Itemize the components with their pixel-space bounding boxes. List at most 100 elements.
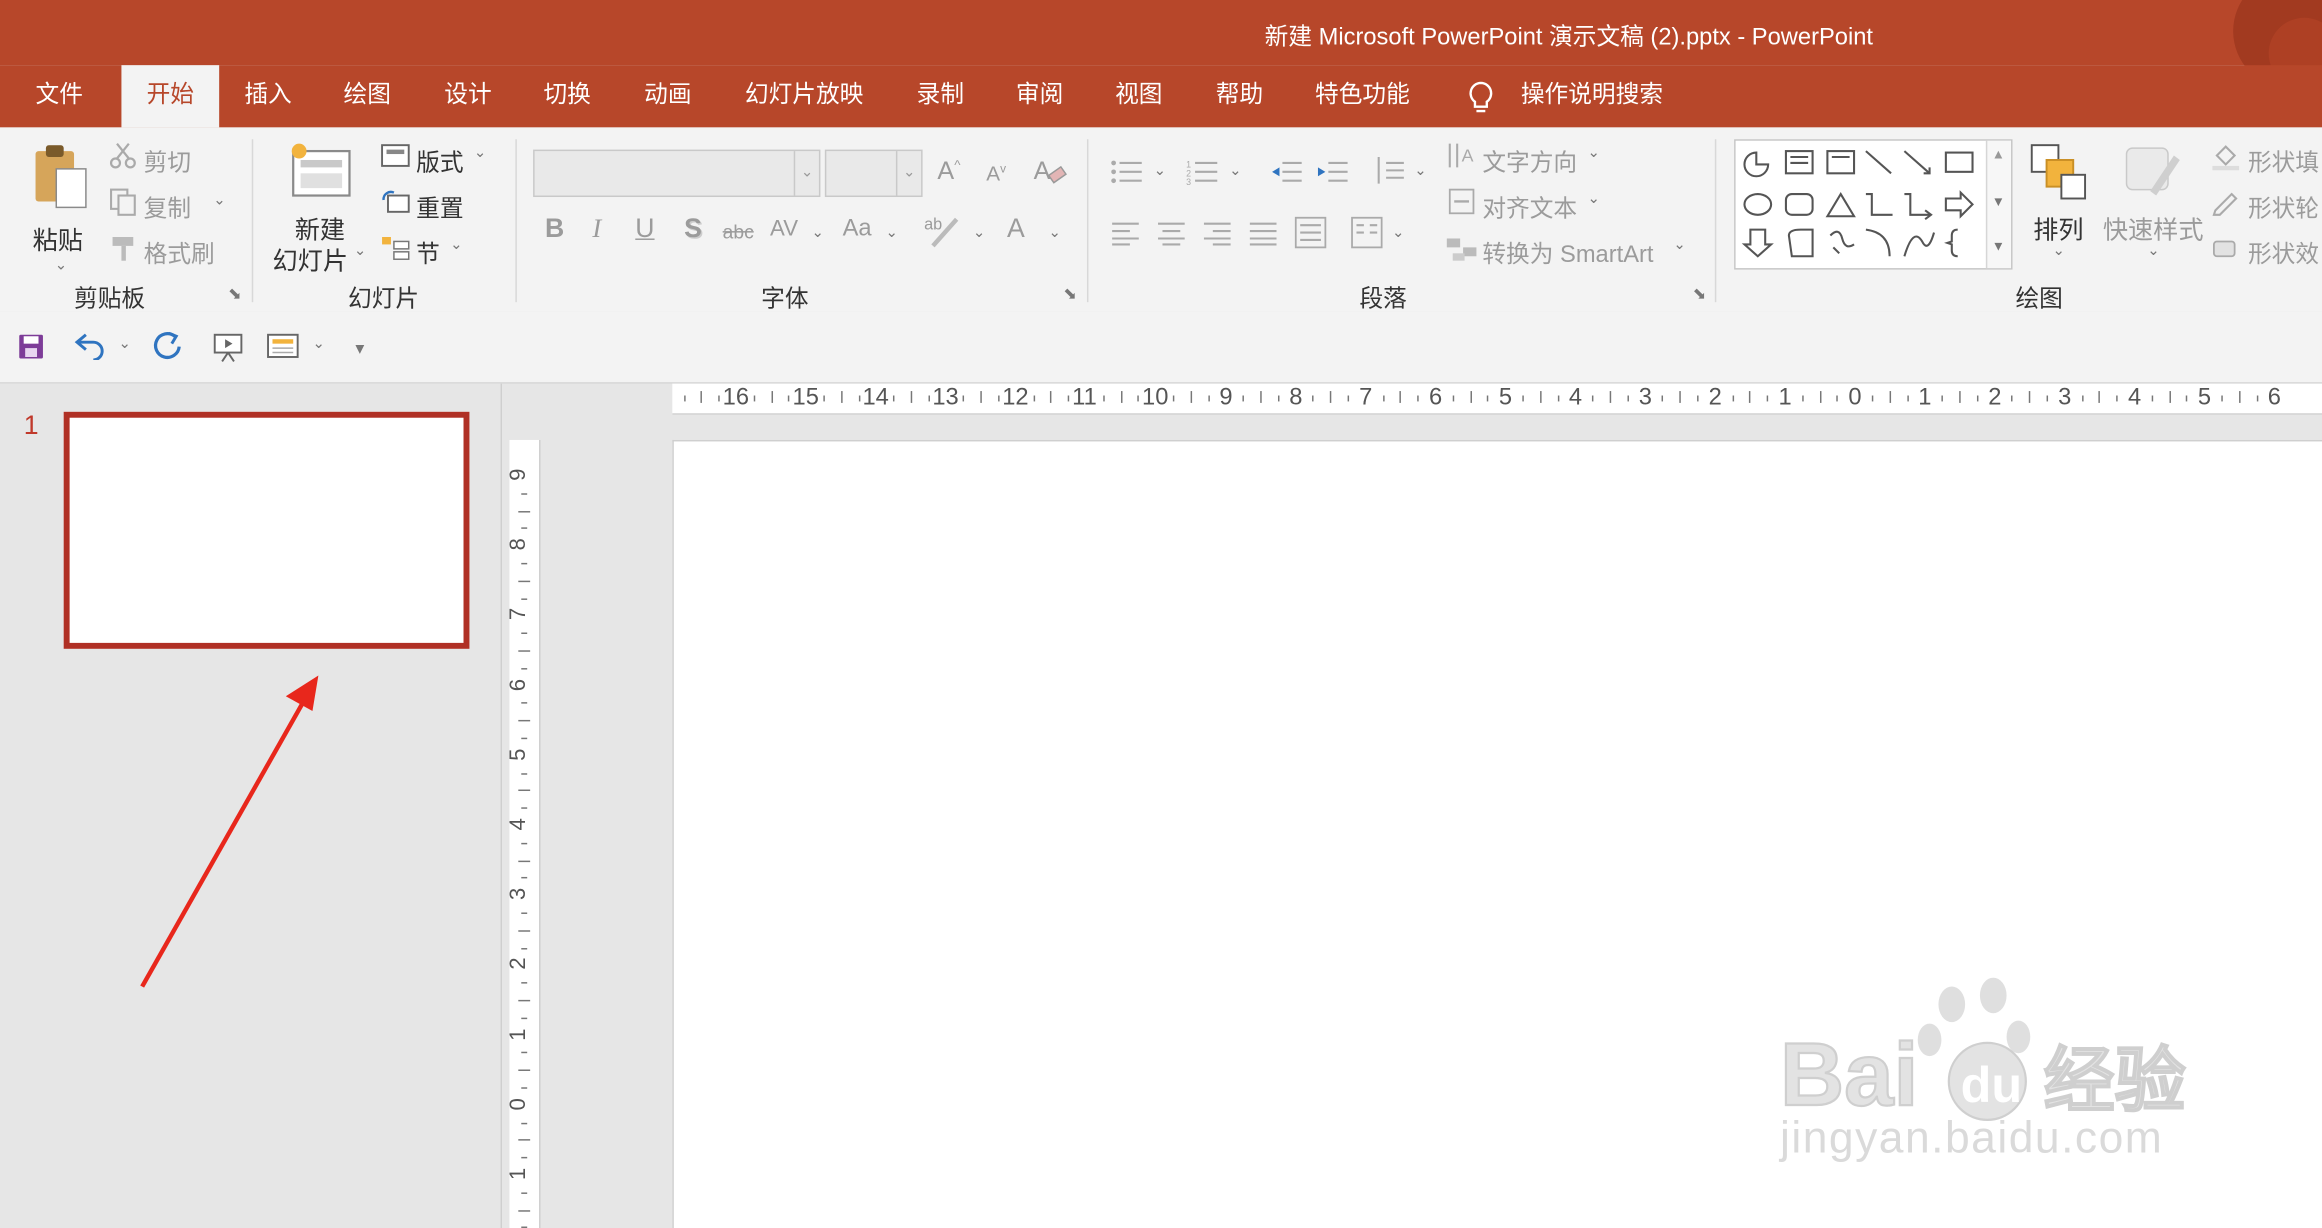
ruler-label: 15 — [792, 385, 819, 411]
bold-icon[interactable]: B — [545, 213, 564, 244]
line-spacing-icon[interactable] — [1373, 154, 1406, 187]
ruler-tick — [521, 877, 528, 879]
ruler-label: 1 — [505, 1027, 532, 1041]
columns-icon[interactable] — [1351, 216, 1384, 249]
tab-transitions[interactable]: 切换 — [543, 65, 590, 127]
align-right-icon[interactable] — [1202, 219, 1232, 246]
tab-slideshow[interactable]: 幻灯片放映 — [745, 65, 863, 127]
ruler-tick — [858, 395, 860, 402]
scroll-down-icon[interactable]: ▼ — [1992, 194, 2005, 209]
ruler-tick — [518, 510, 531, 512]
ruler-tick — [1207, 395, 1210, 402]
ruler-tick — [2151, 395, 2153, 402]
ruler-tick — [518, 860, 531, 862]
shapes-gallery-icons — [1741, 150, 1974, 258]
vertical-ruler: 9 8 7 6 5 4 3 2 1 0 1 — [505, 439, 541, 1228]
ruler-label: 2 — [1708, 385, 1722, 411]
ruler-tick — [2186, 395, 2188, 402]
change-case-icon[interactable]: Aa — [843, 216, 872, 243]
tell-me-label: 操作说明搜索 — [1520, 82, 1664, 109]
increase-indent-icon[interactable] — [1316, 158, 1349, 185]
shrink-font-icon[interactable]: Av — [986, 161, 1006, 185]
ruler-tick — [788, 395, 790, 402]
ruler-tick — [980, 391, 983, 403]
tab-review[interactable]: 审阅 — [1016, 65, 1063, 127]
chevron-down-icon: ⌄ — [1153, 162, 1167, 180]
ruler-tick — [1260, 391, 1262, 403]
ruler-tick — [2238, 391, 2241, 403]
tab-record[interactable]: 录制 — [917, 65, 964, 127]
italic-icon[interactable]: I — [592, 213, 601, 244]
ruler-tick — [1819, 391, 1821, 403]
ruler-tick — [1382, 395, 1385, 402]
ruler-tick — [770, 391, 773, 403]
scroll-up-icon[interactable]: ▲ — [1992, 147, 2005, 162]
ruler-tick — [518, 929, 531, 932]
ruler-tick — [893, 395, 895, 402]
ruler-tick — [1679, 391, 1682, 403]
ruler-tick — [521, 1157, 528, 1159]
distributed-icon[interactable] — [1294, 216, 1327, 249]
numbering-icon[interactable]: 1 2 3 — [1186, 158, 1219, 185]
ruler-tick — [910, 391, 913, 403]
grow-font-icon[interactable]: A^ — [937, 157, 960, 187]
tab-help[interactable]: 帮助 — [1216, 65, 1263, 127]
highlight-icon[interactable]: ab — [924, 213, 963, 249]
font-color-icon[interactable]: A — [1007, 213, 1025, 244]
dialog-launcher-icon[interactable]: ⬊ — [1693, 284, 1707, 304]
ruler-tick — [2116, 395, 2118, 402]
ruler-tick — [1067, 395, 1070, 402]
shapes-gallery[interactable]: ▲ ▼ ▼ — [1734, 139, 2013, 270]
ruler-tick — [1487, 395, 1489, 402]
svg-text:Bai: Bai — [1780, 1025, 1918, 1124]
font-name-combo[interactable]: ⌄ — [533, 149, 821, 198]
ruler-tick — [1190, 391, 1192, 403]
ruler-label: 6 — [1429, 385, 1443, 411]
pencil-icon — [2212, 192, 2238, 216]
svg-text:经验: 经验 — [2044, 1039, 2186, 1122]
bullets-icon[interactable] — [1111, 158, 1144, 185]
ruler-label: 9 — [505, 468, 532, 481]
align-left-icon[interactable] — [1111, 219, 1141, 246]
ruler-tick — [521, 702, 528, 705]
dialog-launcher-icon[interactable]: ⬊ — [1063, 284, 1077, 304]
align-center-icon[interactable] — [1157, 219, 1187, 246]
ruler-tick — [1766, 395, 1769, 402]
ruler-tick — [963, 395, 965, 402]
tab-view[interactable]: 视图 — [1115, 65, 1162, 127]
text-shadow-icon[interactable]: S — [684, 213, 702, 244]
shape-effects-icon — [2213, 240, 2236, 258]
ruler-tick — [1539, 391, 1542, 403]
gallery-more-icon[interactable]: ▼ — [1992, 238, 2005, 253]
ruler-tick — [521, 982, 528, 984]
ruler-tick — [1627, 395, 1629, 402]
ruler-tick — [1557, 395, 1559, 402]
ruler-tick — [521, 527, 528, 530]
ruler-label: 3 — [2058, 385, 2072, 411]
ruler-tick — [1330, 391, 1332, 403]
tab-animations[interactable]: 动画 — [644, 65, 691, 127]
character-spacing-icon[interactable]: AV — [770, 216, 798, 241]
ruler-tick — [521, 1017, 528, 1019]
svg-text:A: A — [1034, 157, 1051, 185]
ruler-tick — [2081, 395, 2083, 402]
clear-formatting-icon[interactable]: A — [1032, 154, 1068, 190]
smartart-label: 转换为 SmartArt — [1482, 242, 1654, 269]
tab-special-features[interactable]: 特色功能 — [1315, 65, 1410, 127]
font-size-combo[interactable]: ⌄ — [824, 149, 923, 198]
ruler-tick — [521, 492, 528, 495]
arrange-label: 排列 — [2033, 216, 2084, 245]
divider — [1086, 139, 1089, 303]
gallery-scroll[interactable]: ▲ ▼ ▼ — [1985, 140, 2012, 269]
strikethrough-icon[interactable]: abc — [723, 221, 754, 243]
align-text-label: 对齐文本 — [1482, 197, 1578, 223]
decrease-indent-icon[interactable] — [1271, 158, 1304, 185]
justify-icon[interactable] — [1248, 219, 1278, 246]
underline-icon[interactable]: U — [635, 213, 654, 244]
chevron-down-icon: ⌄ — [2052, 242, 2065, 260]
ruler-tick — [1889, 391, 1891, 403]
ruler-label: 11 — [1072, 385, 1097, 411]
ruler-tick — [701, 391, 703, 403]
ruler-tick — [521, 597, 528, 600]
ruler-tick — [1400, 391, 1402, 403]
